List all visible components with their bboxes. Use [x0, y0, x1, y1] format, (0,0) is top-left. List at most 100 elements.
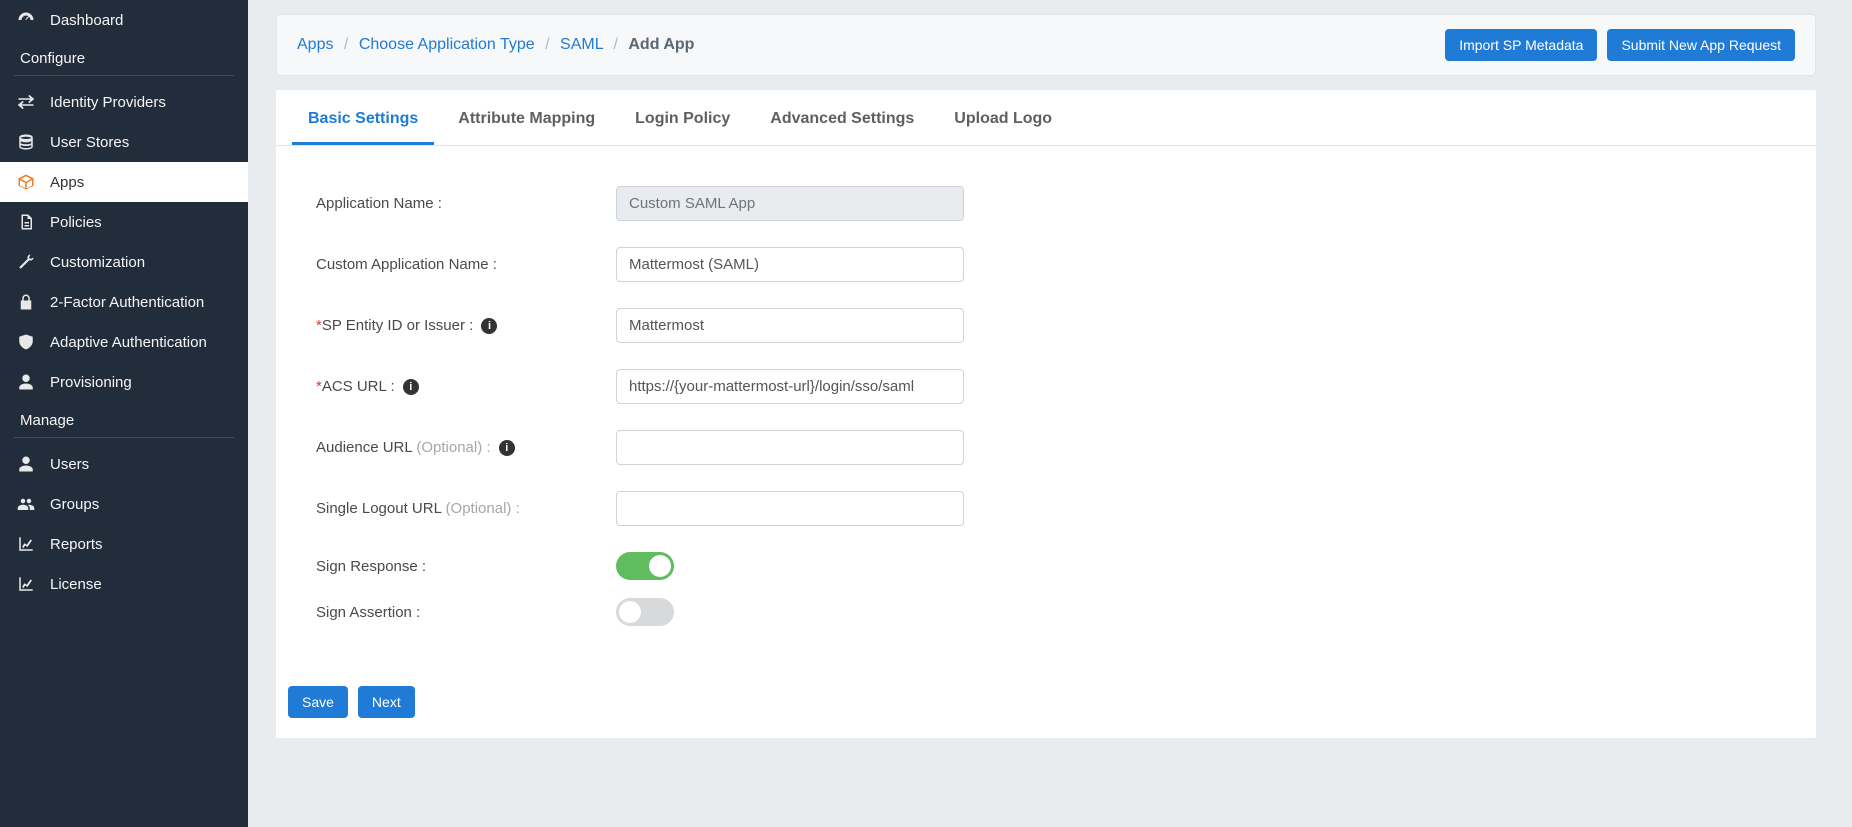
- sidebar-item-license[interactable]: License: [0, 564, 248, 604]
- tab-upload-logo[interactable]: Upload Logo: [938, 90, 1068, 145]
- tab-advanced-settings[interactable]: Advanced Settings: [754, 90, 930, 145]
- breadcrumb-current: Add App: [628, 36, 694, 53]
- save-button[interactable]: Save: [288, 686, 348, 718]
- sidebar-item-label: Users: [50, 456, 89, 473]
- acs-url-label: *ACS URL : i: [316, 378, 616, 395]
- audience-url-input[interactable]: [616, 430, 964, 465]
- sidebar-item-reports[interactable]: Reports: [0, 524, 248, 564]
- custom-app-name-input[interactable]: [616, 247, 964, 282]
- sidebar-item-users[interactable]: Users: [0, 444, 248, 484]
- single-logout-url-label-text: Single Logout URL: [316, 500, 441, 517]
- sidebar-item-adaptive-auth[interactable]: Adaptive Authentication: [0, 322, 248, 362]
- sidebar: Dashboard Configure Identity Providers U…: [0, 0, 248, 827]
- application-name-input: [616, 186, 964, 221]
- toggle-knob: [619, 601, 641, 623]
- breadcrumb-sep: /: [613, 36, 617, 53]
- row-single-logout-url: Single Logout URL (Optional) :: [316, 491, 1776, 526]
- sidebar-item-label: Apps: [50, 174, 84, 191]
- application-name-label: Application Name :: [316, 195, 616, 212]
- sidebar-item-identity-providers[interactable]: Identity Providers: [0, 82, 248, 122]
- exchange-icon: [16, 92, 36, 112]
- audience-url-label-text: Audience URL: [316, 439, 412, 456]
- audience-url-label: Audience URL (Optional) : i: [316, 439, 616, 456]
- row-sign-response: Sign Response :: [316, 552, 1776, 580]
- acs-url-input[interactable]: [616, 369, 964, 404]
- single-logout-url-label: Single Logout URL (Optional) :: [316, 500, 616, 517]
- acs-url-label-text: ACS URL :: [322, 378, 395, 395]
- optional-text: (Optional) :: [446, 500, 520, 517]
- import-sp-metadata-button[interactable]: Import SP Metadata: [1445, 29, 1597, 61]
- breadcrumb: Apps / Choose Application Type / SAML / …: [297, 36, 694, 54]
- users-group-icon: [16, 494, 36, 514]
- sidebar-item-label: License: [50, 576, 102, 593]
- sp-entity-id-input[interactable]: [616, 308, 964, 343]
- chart-icon: [16, 534, 36, 554]
- info-icon[interactable]: i: [481, 318, 497, 334]
- content-card: Basic Settings Attribute Mapping Login P…: [276, 90, 1816, 738]
- sidebar-item-label: User Stores: [50, 134, 129, 151]
- single-logout-url-input[interactable]: [616, 491, 964, 526]
- section-header-configure: Configure: [0, 40, 248, 75]
- section-header-manage: Manage: [0, 402, 248, 437]
- sidebar-item-label: Customization: [50, 254, 145, 271]
- custom-app-name-label: Custom Application Name :: [316, 256, 616, 273]
- sidebar-item-label: Reports: [50, 536, 103, 553]
- divider: [14, 75, 234, 76]
- database-icon: [16, 132, 36, 152]
- row-custom-app-name: Custom Application Name :: [316, 247, 1776, 282]
- row-audience-url: Audience URL (Optional) : i: [316, 430, 1776, 465]
- sidebar-item-label: Provisioning: [50, 374, 132, 391]
- sp-entity-id-label-text: SP Entity ID or Issuer :: [322, 317, 473, 334]
- sidebar-item-customization[interactable]: Customization: [0, 242, 248, 282]
- sidebar-item-apps[interactable]: Apps: [0, 162, 248, 202]
- info-icon[interactable]: i: [403, 379, 419, 395]
- sidebar-item-2fa[interactable]: 2-Factor Authentication: [0, 282, 248, 322]
- sp-entity-id-label: *SP Entity ID or Issuer : i: [316, 317, 616, 334]
- sidebar-item-label: Policies: [50, 214, 102, 231]
- sidebar-item-label: Groups: [50, 496, 99, 513]
- row-sign-assertion: Sign Assertion :: [316, 598, 1776, 626]
- page-header: Apps / Choose Application Type / SAML / …: [276, 14, 1816, 76]
- tab-basic-settings[interactable]: Basic Settings: [292, 90, 434, 145]
- sidebar-item-dashboard[interactable]: Dashboard: [0, 0, 248, 40]
- breadcrumb-sep: /: [545, 36, 549, 53]
- toggle-knob: [649, 555, 671, 577]
- footer-buttons: Save Next: [276, 674, 1816, 738]
- breadcrumb-apps[interactable]: Apps: [297, 36, 333, 53]
- breadcrumb-saml[interactable]: SAML: [560, 36, 603, 53]
- optional-text: (Optional) :: [416, 439, 490, 456]
- user-icon: [16, 372, 36, 392]
- dashboard-icon: [16, 10, 36, 30]
- document-icon: [16, 212, 36, 232]
- next-button[interactable]: Next: [358, 686, 415, 718]
- sign-response-toggle[interactable]: [616, 552, 674, 580]
- main-content: Apps / Choose Application Type / SAML / …: [248, 0, 1852, 827]
- divider: [14, 437, 234, 438]
- tabs: Basic Settings Attribute Mapping Login P…: [276, 90, 1816, 146]
- chart-icon: [16, 574, 36, 594]
- tab-attribute-mapping[interactable]: Attribute Mapping: [442, 90, 611, 145]
- submit-new-app-request-button[interactable]: Submit New App Request: [1607, 29, 1795, 61]
- form-area: Application Name : Custom Application Na…: [276, 146, 1816, 674]
- sidebar-item-label: Identity Providers: [50, 94, 166, 111]
- row-acs-url: *ACS URL : i: [316, 369, 1776, 404]
- sign-assertion-toggle[interactable]: [616, 598, 674, 626]
- tab-login-policy[interactable]: Login Policy: [619, 90, 746, 145]
- lock-icon: [16, 292, 36, 312]
- breadcrumb-sep: /: [344, 36, 348, 53]
- info-icon[interactable]: i: [499, 440, 515, 456]
- shield-icon: [16, 332, 36, 352]
- sidebar-item-provisioning[interactable]: Provisioning: [0, 362, 248, 402]
- user-icon: [16, 454, 36, 474]
- sidebar-item-label: Dashboard: [50, 12, 123, 29]
- wrench-icon: [16, 252, 36, 272]
- cube-icon: [16, 172, 36, 192]
- sidebar-item-groups[interactable]: Groups: [0, 484, 248, 524]
- sidebar-item-policies[interactable]: Policies: [0, 202, 248, 242]
- breadcrumb-choose-type[interactable]: Choose Application Type: [359, 36, 535, 53]
- sidebar-item-user-stores[interactable]: User Stores: [0, 122, 248, 162]
- sidebar-item-label: Adaptive Authentication: [50, 334, 207, 351]
- row-application-name: Application Name :: [316, 186, 1776, 221]
- row-sp-entity-id: *SP Entity ID or Issuer : i: [316, 308, 1776, 343]
- sidebar-item-label: 2-Factor Authentication: [50, 294, 204, 311]
